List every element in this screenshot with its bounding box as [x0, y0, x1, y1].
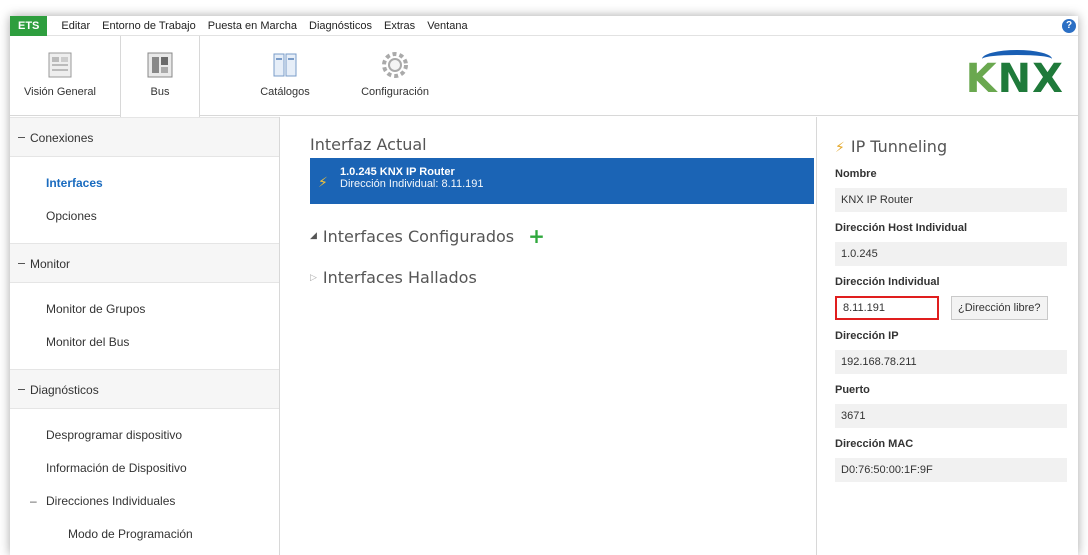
tab-vision-general[interactable]: Visión General — [10, 36, 110, 116]
nombre-label: Nombre — [835, 168, 877, 180]
menu-puesta-en-marcha[interactable]: Puesta en Marcha — [202, 20, 303, 32]
group-label: Interfaces Configurados — [322, 226, 515, 246]
menu-entorno[interactable]: Entorno de Trabajo — [96, 20, 202, 32]
free-address-button[interactable]: ¿Dirección libre? — [951, 296, 1048, 320]
interface-name: 1.0.245 KNX IP Router — [340, 166, 455, 178]
nav-item-monitor-bus[interactable]: Monitor del Bus — [10, 326, 279, 359]
bus-icon — [145, 50, 175, 80]
plug-icon: ⚡ — [318, 174, 328, 190]
knx-logo: KNX — [965, 56, 1064, 102]
nav-item-informacion[interactable]: Información de Dispositivo — [10, 452, 279, 485]
tab-label: Bus — [150, 86, 170, 98]
section-diagnosticos[interactable]: Diagnósticos — [10, 369, 279, 409]
menu-editar[interactable]: Editar — [55, 20, 96, 32]
nav-item-interfaces[interactable]: Interfaces — [10, 167, 279, 200]
found-interfaces-group[interactable]: ▷ Interfaces Hallados — [310, 268, 816, 287]
ribbon: Visión General Bus Catálogos Configuraci… — [10, 36, 1078, 117]
ip-address-label: Dirección IP — [835, 330, 899, 342]
nav-label: Direcciones Individuales — [46, 494, 176, 508]
tab-configuracion[interactable]: Configuración — [350, 36, 440, 116]
help-icon[interactable]: ? — [1062, 19, 1076, 33]
expand-triangle-icon[interactable]: ◢ — [310, 231, 317, 241]
tab-label: Visión General — [24, 86, 96, 98]
details-title: ⚡ IP Tunneling — [835, 137, 1078, 156]
center-panel: Interfaz Actual ⚡ 1.0.245 KNX IP Router … — [280, 117, 816, 555]
details-panel: ⚡ IP Tunneling Nombre KNX IP Router Direc… — [816, 117, 1078, 555]
menu-bar: ETS Editar Entorno de Trabajo Puesta en … — [10, 16, 1078, 36]
gear-icon — [380, 50, 410, 80]
app-window: ETS Editar Entorno de Trabajo Puesta en … — [10, 16, 1078, 555]
individual-address-row: 8.11.191 ¿Dirección libre? — [835, 296, 1078, 320]
overview-icon — [45, 50, 75, 80]
catalog-icon — [270, 50, 300, 80]
host-address-field[interactable]: 1.0.245 — [835, 242, 1067, 266]
tab-bus[interactable]: Bus — [120, 36, 200, 117]
add-icon[interactable]: + — [528, 224, 545, 248]
current-interface-title: Interfaz Actual — [310, 135, 427, 154]
left-nav: Conexiones Interfaces Opciones Monitor M… — [10, 117, 280, 555]
nav-item-modo-programacion[interactable]: Modo de Programación — [10, 518, 279, 551]
configured-interfaces-group[interactable]: ◢ Interfaces Configurados + — [310, 224, 816, 248]
tab-label: Catálogos — [260, 86, 310, 98]
current-interface-row[interactable]: ⚡ 1.0.245 KNX IP Router Dirección Indivi… — [310, 158, 814, 204]
port-field[interactable]: 3671 — [835, 404, 1067, 428]
main-area: Conexiones Interfaces Opciones Monitor M… — [10, 117, 1078, 555]
menu-extras[interactable]: Extras — [378, 20, 421, 32]
section-monitor[interactable]: Monitor — [10, 243, 279, 283]
nav-item-monitor-grupos[interactable]: Monitor de Grupos — [10, 293, 279, 326]
individual-address-label: Dirección Individual — [835, 276, 940, 288]
group-label: Interfaces Hallados — [322, 268, 477, 287]
nav-item-direcciones-individuales[interactable]: – Direcciones Individuales — [10, 485, 279, 518]
nav-item-opciones[interactable]: Opciones — [10, 200, 279, 233]
host-address-label: Dirección Host Individual — [835, 222, 968, 234]
nombre-field[interactable]: KNX IP Router — [835, 188, 1067, 212]
ip-address-field[interactable]: 192.168.78.211 — [835, 350, 1067, 374]
interface-address: Dirección Individual: 8.11.191 — [340, 178, 484, 190]
menu-ventana[interactable]: Ventana — [421, 20, 473, 32]
collapse-icon[interactable]: – — [30, 485, 40, 518]
nav-item-desprogramar[interactable]: Desprogramar dispositivo — [10, 419, 279, 452]
menu-diagnosticos[interactable]: Diagnósticos — [303, 20, 378, 32]
mac-address-field[interactable]: D0:76:50:00:1F:9F — [835, 458, 1067, 482]
section-conexiones[interactable]: Conexiones — [10, 117, 279, 157]
tab-label: Configuración — [361, 86, 429, 98]
details-title-text: IP Tunneling — [850, 137, 948, 156]
collapse-triangle-icon[interactable]: ▷ — [310, 273, 317, 283]
tab-catalogos[interactable]: Catálogos — [250, 36, 320, 116]
plug-icon: ⚡ — [835, 140, 845, 156]
ets-menu[interactable]: ETS — [10, 16, 48, 36]
individual-address-field[interactable]: 8.11.191 — [835, 296, 939, 320]
mac-address-label: Dirección MAC — [835, 438, 914, 450]
port-label: Puerto — [835, 384, 870, 396]
